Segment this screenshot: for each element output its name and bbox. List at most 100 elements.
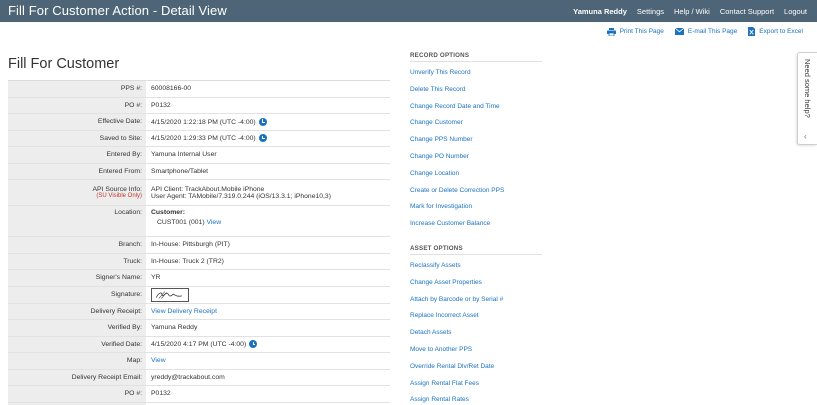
view-delivery-receipt-link[interactable]: View Delivery Receipt: [151, 308, 390, 315]
signature-label: Signature:: [8, 286, 146, 303]
branch-label: Branch:: [8, 237, 146, 253]
signer-name-label: Signer's Name:: [8, 270, 146, 286]
saved-to-site-label: Saved to Site:: [8, 130, 146, 146]
effective-date-label: Effective Date:: [8, 114, 146, 130]
api-client-value: API Client: TrackAbout.Mobile iPhone: [151, 185, 265, 193]
export-excel-label: Export to Excel: [759, 28, 803, 35]
delivery-receipt-cell: View Delivery Receipt: [146, 304, 390, 320]
page-actions: Print This Page E-mail This Page Export …: [606, 27, 803, 36]
api-agent-value: User Agent: TAMobile/7.319.0.244 (iOS/13…: [151, 192, 331, 200]
clock-icon[interactable]: [258, 134, 267, 143]
location-cell: Customer: CUST001 (001) View: [146, 206, 390, 236]
row-effective-date: Effective Date: 4/15/2020 1:22:18 PM (UT…: [8, 114, 390, 131]
entered-by-label: Entered By:: [8, 147, 146, 163]
email-page-link[interactable]: E-mail This Page: [674, 27, 738, 36]
map-label: Map:: [8, 353, 146, 369]
unverify-record-link[interactable]: Unverify This Record: [410, 69, 542, 86]
su-visible-note: (SU Visible Only): [96, 193, 142, 199]
saved-to-site-cell: 4/15/2020 1:29:33 PM (UTC -4:00): [146, 131, 390, 147]
override-rental-date-link[interactable]: Override Rental Dlv/Ret Date: [410, 363, 542, 380]
delivery-receipt-label: Delivery Receipt:: [8, 303, 146, 319]
nav-help-wiki[interactable]: Help / Wiki: [674, 7, 710, 16]
pps-value: 60008166-00: [151, 85, 192, 93]
asset-options-heading: ASSET OPTIONS: [410, 245, 542, 255]
export-excel-link[interactable]: Export to Excel: [748, 27, 803, 36]
signature-cell: [146, 287, 390, 303]
row-entered-from: Entered From: Smartphone/Tablet: [8, 163, 390, 180]
printer-icon: [606, 27, 616, 36]
verified-date-value: 4/15/2020 4:17 PM (UTC -4:00): [151, 341, 247, 349]
entered-from-label: Entered From:: [8, 163, 146, 179]
options-panel: RECORD OPTIONS Unverify This Record Dele…: [410, 52, 542, 405]
detach-assets-link[interactable]: Detach Assets: [410, 329, 542, 346]
reclassify-assets-link[interactable]: Reclassify Assets: [410, 262, 542, 279]
nav-settings[interactable]: Settings: [637, 7, 664, 16]
assign-rental-rates-link[interactable]: Assign Rental Rates: [410, 396, 542, 405]
location-heading: Customer:: [151, 209, 185, 216]
entered-by-value: Yamuna Internal User: [151, 151, 217, 159]
delete-record-link[interactable]: Delete This Record: [410, 86, 542, 103]
signer-name-value: YR: [151, 274, 161, 282]
window-title: Fill For Customer Action - Detail View: [8, 3, 227, 18]
clock-icon[interactable]: [249, 340, 258, 349]
change-po-number-link[interactable]: Change PO Number: [410, 153, 542, 170]
print-page-link[interactable]: Print This Page: [606, 27, 664, 36]
row-saved-to-site: Saved to Site: 4/15/2020 1:29:33 PM (UTC…: [8, 130, 390, 147]
verified-date-label: Verified Date:: [8, 336, 146, 352]
nav-contact-support[interactable]: Contact Support: [720, 7, 774, 16]
increase-balance-link[interactable]: Increase Customer Balance: [410, 220, 542, 237]
signature-image[interactable]: [151, 287, 189, 302]
move-pps-link[interactable]: Move to Another PPS: [410, 346, 542, 363]
excel-file-icon: [748, 27, 756, 36]
change-pps-number-link[interactable]: Change PPS Number: [410, 136, 542, 153]
entered-from-value: Smartphone/Tablet: [151, 167, 209, 175]
nav-logout[interactable]: Logout: [784, 7, 807, 16]
row-signature: Signature:: [8, 286, 390, 304]
api-source-cell: API Client: TrackAbout.Mobile iPhone Use…: [146, 180, 390, 205]
assign-flat-fees-link[interactable]: Assign Rental Flat Fees: [410, 380, 542, 397]
row-truck: Truck: In-House: Truck 2 (TR2): [8, 253, 390, 270]
verified-by-value: Yamuna Reddy: [151, 324, 198, 332]
top-header-bar: Fill For Customer Action - Detail View Y…: [0, 0, 817, 22]
page-title: Fill For Customer: [8, 56, 120, 72]
row-po: PO #: P0132: [8, 97, 390, 114]
map-view-link[interactable]: View: [151, 357, 390, 364]
record-options-heading: RECORD OPTIONS: [410, 52, 542, 62]
row-entered-by: Entered By: Yamuna Internal User: [8, 147, 390, 164]
top-nav: Yamuna Reddy Settings Help / Wiki Contac…: [573, 7, 807, 16]
row-map: Map: View: [8, 353, 390, 370]
api-source-label: API Source Info:: [92, 186, 143, 193]
row-po-2: PO #: P0132: [8, 386, 390, 403]
replace-asset-link[interactable]: Replace Incorrect Asset: [410, 312, 542, 329]
row-verified-by: Verified By: Yamuna Reddy: [8, 320, 390, 337]
po-2-label: PO #:: [8, 386, 146, 402]
row-verified-date: Verified Date: 4/15/2020 4:17 PM (UTC -4…: [8, 336, 390, 353]
api-source-label-cell: API Source Info: (SU Visible Only): [8, 180, 146, 205]
row-delivery-receipt: Delivery Receipt: View Delivery Receipt: [8, 303, 390, 320]
email-page-label: E-mail This Page: [687, 28, 738, 35]
effective-date-value: 4/15/2020 1:22:18 PM (UTC -4:00): [151, 118, 256, 126]
truck-value: In-House: Truck 2 (TR2): [151, 257, 224, 265]
saved-to-site-value: 4/15/2020 1:29:33 PM (UTC -4:00): [151, 135, 256, 143]
change-asset-properties-link[interactable]: Change Asset Properties: [410, 279, 542, 296]
po-value: P0132: [151, 101, 171, 109]
row-signer-name: Signer's Name: YR: [8, 270, 390, 287]
location-view-link[interactable]: View: [207, 219, 222, 226]
row-location: Location: Customer: CUST001 (001) View: [8, 206, 390, 237]
clock-icon[interactable]: [258, 117, 267, 126]
location-value: CUST001 (001): [157, 219, 205, 226]
help-tab[interactable]: Need some help? ‹: [797, 52, 817, 145]
location-label: Location:: [8, 206, 146, 236]
row-api-source: API Source Info: (SU Visible Only) API C…: [8, 180, 390, 206]
change-location-link[interactable]: Change Location: [410, 170, 542, 187]
branch-value: In-House: Pittsburgh (PIT): [151, 241, 230, 249]
row-pps: PPS #: 60008166-00: [8, 81, 390, 98]
pps-label: PPS #:: [8, 81, 146, 97]
mark-investigation-link[interactable]: Mark for Investigation: [410, 203, 542, 220]
attach-barcode-link[interactable]: Attach by Barcode or by Serial #: [410, 296, 542, 313]
change-customer-link[interactable]: Change Customer: [410, 119, 542, 136]
correction-pps-link[interactable]: Create or Delete Correction PPS: [410, 187, 542, 204]
user-menu[interactable]: Yamuna Reddy: [573, 7, 627, 16]
change-record-date-link[interactable]: Change Record Date and Time: [410, 103, 542, 120]
row-branch: Branch: In-House: Pittsburgh (PIT): [8, 237, 390, 254]
